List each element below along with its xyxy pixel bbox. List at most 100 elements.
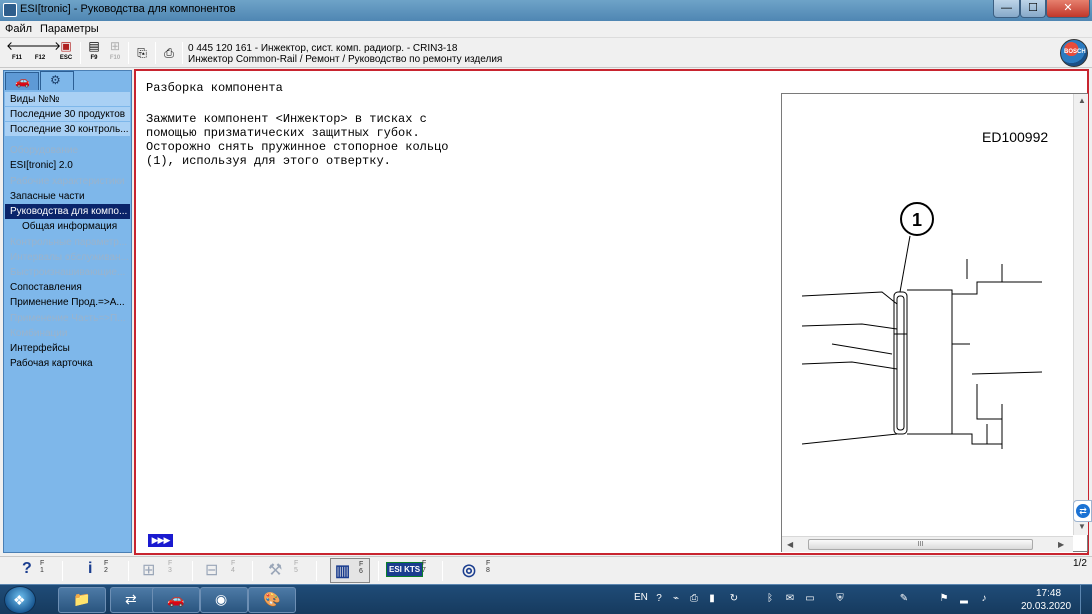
esi-kts-key-label: F 7 <box>422 560 427 574</box>
print-icon: ⎙ <box>164 46 174 60</box>
function-separator <box>128 561 129 581</box>
sidebar-item-spare-parts[interactable]: Запасные части <box>5 189 130 204</box>
document-line: Зажмите компонент <Инжектор> в тисках с <box>146 112 427 126</box>
title-bar: ESI[tronic] - Руководства для компоненто… <box>0 0 1092 21</box>
exit-button[interactable]: ▣ ESC <box>55 40 77 66</box>
bluetooth-tray-icon[interactable]: ᛒ <box>764 593 776 605</box>
function-separator <box>192 561 193 581</box>
page-indicator: 1/2 <box>1073 558 1087 569</box>
start-button[interactable]: ❖ <box>4 586 36 614</box>
clock-time[interactable]: 17:48 <box>1036 588 1061 599</box>
sidebar-item-test-parameters: Контрольные параметр... <box>10 237 128 248</box>
maximize-button[interactable]: ☐ <box>1020 0 1046 18</box>
language-indicator[interactable]: EN <box>634 592 648 603</box>
esi-kts-button[interactable]: ESI KTS F 7 <box>386 558 431 583</box>
figure-vertical-scrollbar[interactable]: ▲ ▼ <box>1073 94 1088 535</box>
sidebar-item-product-application[interactable]: Применение Прод.=>А... <box>5 295 130 310</box>
app-icon <box>3 3 17 17</box>
callout-label: 1 <box>912 210 922 230</box>
taskbar-app-dvd[interactable]: ◉ <box>200 587 248 613</box>
help-button[interactable]: ? F 1 <box>22 558 52 583</box>
sidebar-item-service-intervals: Интервалы обслуживан... <box>10 252 129 263</box>
diagram-button[interactable]: ⊞ F 3 <box>142 558 182 583</box>
tool-tray-icon[interactable]: ✎ <box>898 593 910 605</box>
test-bench-button[interactable]: ▥ F 6 <box>330 558 370 583</box>
volume-tray-icon[interactable]: ♪ <box>978 593 990 605</box>
help-tray-icon[interactable]: ? <box>653 593 665 605</box>
print-button[interactable]: ⎙ <box>158 40 180 66</box>
scroll-left-icon[interactable]: ◀ <box>787 540 793 549</box>
sidebar-item-types[interactable]: Виды №№ <box>5 92 130 107</box>
printer-tray-icon[interactable]: ⎙ <box>688 593 700 605</box>
teamviewer-panel-button[interactable]: ⇄ <box>1073 500 1092 522</box>
taskbar-app-paint[interactable]: 🎨 <box>248 587 296 613</box>
scroll-right-icon[interactable]: ▶ <box>1058 540 1064 549</box>
function-separator <box>442 561 443 581</box>
document-title: Разборка компонента <box>146 81 283 95</box>
toolbar-separator <box>128 42 129 64</box>
info-icon: i <box>88 560 93 577</box>
test-bench-icon: ▥ <box>335 563 351 580</box>
tab-component[interactable]: ⚙ <box>40 71 74 90</box>
bosch-service-key-label: F 8 <box>486 560 491 574</box>
security-tray-icon[interactable]: ⛨ <box>834 593 846 605</box>
injector-drawing: 1 <box>802 202 1043 449</box>
tools-key-label: F 5 <box>294 560 299 574</box>
sidebar-item-last-30-products[interactable]: Последние 30 продуктов <box>5 107 130 122</box>
battery-tray-icon[interactable]: ▮ <box>706 593 718 605</box>
chat-tray-icon[interactable]: ✉ <box>784 593 796 605</box>
show-desktop-button[interactable] <box>1080 585 1092 614</box>
hierarchy-icon: ⊞ <box>109 39 121 53</box>
back-button[interactable]: 🡐 F11 <box>6 40 38 66</box>
scroll-thumb[interactable]: III <box>808 539 1033 550</box>
explorer-icon: 📁 <box>73 591 91 607</box>
flag-tray-icon[interactable]: ⚑ <box>938 593 950 605</box>
function-separator <box>62 561 63 581</box>
info-button[interactable]: i F 2 <box>88 558 118 583</box>
bosch-logo-text: BOSCH <box>1064 49 1086 55</box>
close-button[interactable]: ✕ <box>1046 0 1090 18</box>
bosch-service-button[interactable]: ◎ F 8 <box>462 558 502 583</box>
minimize-button[interactable]: — <box>993 0 1020 18</box>
scroll-up-icon[interactable]: ▲ <box>1078 96 1086 105</box>
document-list-button[interactable]: ▤ F9 <box>83 40 105 66</box>
scroll-down-icon[interactable]: ▼ <box>1078 522 1086 531</box>
menu-file[interactable]: Файл <box>5 23 32 35</box>
sidebar-item-equipment: Оборудование <box>10 145 79 156</box>
copy-icon: ⎘ <box>137 46 147 60</box>
wiring-button[interactable]: ⊟ F 4 <box>205 558 245 583</box>
menu-parameters[interactable]: Параметры <box>40 23 99 35</box>
tab-vehicle[interactable]: 🚗 <box>5 72 39 90</box>
sidebar-item-component-manuals[interactable]: Руководства для компо... <box>5 204 130 219</box>
taskbar-app-esi[interactable]: 🚗 <box>152 587 200 613</box>
forward-key-label: F12 <box>34 55 46 61</box>
sidebar-item-work-card[interactable]: Рабочая карточка <box>5 356 130 371</box>
network-tray-icon[interactable]: ⌁ <box>670 593 682 605</box>
signal-tray-icon[interactable]: ▂ <box>958 593 970 605</box>
paint-icon: 🎨 <box>263 591 281 607</box>
refresh-tray-icon[interactable]: ↻ <box>728 593 740 605</box>
hierarchy-button[interactable]: ⊞ F10 <box>104 40 126 66</box>
function-bar: ? F 1 i F 2 ⊞ F 3 ⊟ F 4 ⚒ F 5 ▥ F 6 ESI … <box>0 556 1092 584</box>
sidebar-item-interfaces[interactable]: Интерфейсы <box>5 341 130 356</box>
sidebar-item-esitronic[interactable]: ESI[tronic] 2.0 <box>5 158 130 173</box>
sidebar-item-last-30-checks[interactable]: Последние 30 контроль... <box>5 122 130 137</box>
sidebar-item-comparisons[interactable]: Сопоставления <box>5 280 130 295</box>
sidebar-item-general-info[interactable]: Общая информация <box>5 219 130 234</box>
forward-button[interactable]: 🡒 F12 <box>29 40 61 66</box>
display-tray-icon[interactable]: ▭ <box>804 593 816 605</box>
document-line: Осторожно снять пружинное стопорное коль… <box>146 140 449 154</box>
taskbar-app-explorer[interactable]: 📁 <box>58 587 106 613</box>
clock-date[interactable]: 20.03.2020 <box>1021 601 1071 612</box>
component-icon: ⚙ <box>50 73 61 87</box>
function-separator <box>378 561 379 581</box>
windows-icon: ❖ <box>13 592 26 608</box>
content-frame: Разборка компонента Зажмите компонент <И… <box>134 69 1089 555</box>
taskbar-app-teamviewer[interactable]: ⇄ <box>110 587 158 613</box>
product-header: 0 445 120 161 - Инжектор, сист. комп. ра… <box>188 43 458 54</box>
figure-horizontal-scrollbar[interactable]: ◀ III ▶ <box>782 536 1073 552</box>
tools-button[interactable]: ⚒ F 5 <box>268 558 308 583</box>
hierarchy-key-label: F10 <box>109 55 121 61</box>
copy-button[interactable]: ⎘ <box>131 40 153 66</box>
next-page-button[interactable]: ▶▶▶ <box>148 534 173 547</box>
